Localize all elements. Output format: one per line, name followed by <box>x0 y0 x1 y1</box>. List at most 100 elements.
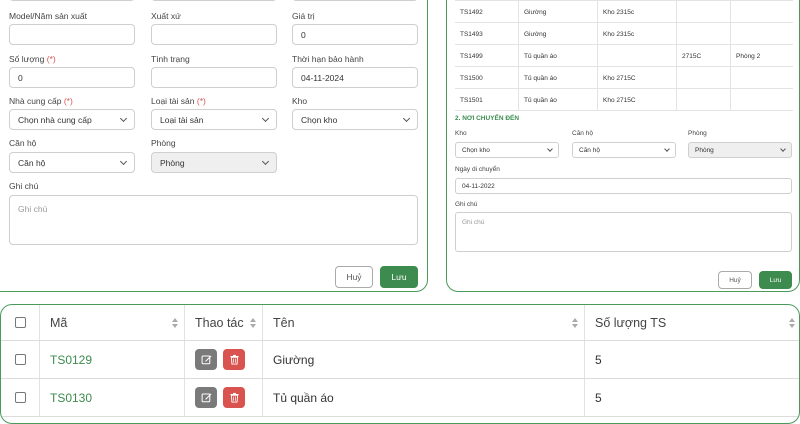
asset-type-select[interactable]: Loại tài sản <box>151 109 277 130</box>
select-all-checkbox[interactable] <box>14 317 26 328</box>
table-header: Mã Thao tác Tên Số lượng TS <box>1 305 799 341</box>
table-cell: TS1499 <box>460 52 483 60</box>
apartment-label: Căn hộ <box>9 138 37 148</box>
note-placeholder: Ghi chú <box>462 219 485 226</box>
table-cell: Giường <box>518 1 597 23</box>
table-cell: Kho 2715C <box>597 89 676 111</box>
table-cell: Giường <box>518 23 597 45</box>
table-cell: Tủ quần áo <box>518 89 597 111</box>
table-cell: TS1492 <box>460 8 483 16</box>
room-select[interactable]: Phòng <box>688 142 792 158</box>
table-cell: Tủ quần áo <box>518 45 597 67</box>
note-label: Ghi chú <box>455 201 478 208</box>
transfer-card: TS1492 Giường Kho 2315c TS1493 Giường Kho 231… <box>446 0 800 292</box>
warehouse-label: Kho <box>292 96 308 106</box>
delete-button[interactable] <box>223 387 245 408</box>
model-input[interactable] <box>9 24 135 45</box>
move-date-input[interactable]: 04-11-2022 <box>455 178 792 194</box>
header-code[interactable]: Mã <box>39 305 184 340</box>
edit-button[interactable] <box>195 387 217 408</box>
origin-label: Xuất xứ <box>151 11 181 21</box>
header-name-label: Tên <box>273 315 295 330</box>
warranty-label: Thời hạn bảo hành <box>292 54 364 64</box>
supplier-select[interactable]: Chọn nhà cung cấp <box>9 109 135 130</box>
header-quantity-label: Số lượng TS <box>595 315 667 330</box>
asset-code-link[interactable]: TS0129 <box>39 341 184 378</box>
table-cell <box>730 1 793 23</box>
asset-type-label: Loại tài sản (*) <box>151 96 206 106</box>
table-cell: TS1493 <box>460 30 483 38</box>
header-actions-label: Thao tác <box>195 315 244 330</box>
value-input[interactable]: 0 <box>292 24 418 45</box>
asset-quantity: 5 <box>584 379 799 416</box>
cancel-button[interactable]: Huỷ <box>718 271 752 289</box>
table-cell <box>676 67 730 89</box>
asset-form-card: Model/Năm sản xuất Xuất xứ Giá trị 0 Số … <box>0 0 428 292</box>
warranty-input[interactable]: 04-11-2024 <box>292 67 418 88</box>
table-row: TS1500 Tủ quần áo Kho 2715C <box>455 67 793 89</box>
header-quantity[interactable]: Số lượng TS <box>584 305 799 340</box>
edit-icon <box>201 354 212 365</box>
condition-label: Tình trạng <box>151 54 190 64</box>
table-cell: Kho 2315c <box>597 1 676 23</box>
sort-icon[interactable] <box>172 318 178 328</box>
table-cell: Kho 2315c <box>597 23 676 45</box>
table-row: TS1492 Giường Kho 2315c <box>455 1 793 23</box>
row-checkbox[interactable] <box>14 354 26 365</box>
table-cell <box>597 45 676 67</box>
origin-input[interactable] <box>151 24 277 45</box>
edit-button[interactable] <box>195 349 217 370</box>
note-textarea[interactable]: Ghi chú <box>9 195 418 245</box>
sort-icon[interactable] <box>789 318 795 328</box>
table-cell: Kho 2715C <box>597 67 676 89</box>
save-button[interactable]: Lưu <box>380 266 418 288</box>
condition-input[interactable] <box>151 67 277 88</box>
cancel-button[interactable]: Huỷ <box>335 266 373 288</box>
table-row: TS1501 Tủ quần áo Kho 2715C <box>455 89 793 111</box>
header-code-label: Mã <box>50 315 68 330</box>
apartment-select[interactable]: Căn hộ <box>572 142 676 158</box>
header-name[interactable]: Tên <box>262 305 584 340</box>
asset-name: Giường <box>262 341 584 378</box>
top-input-remnant-2[interactable] <box>151 0 277 1</box>
asset-code-link[interactable]: TS0130 <box>39 379 184 416</box>
table-cell: TS1501 <box>460 96 483 104</box>
save-button[interactable]: Lưu <box>759 271 792 289</box>
asset-name: Tủ quần áo <box>262 379 584 416</box>
note-textarea[interactable]: Ghi chú <box>455 212 792 252</box>
top-input-remnant-1[interactable] <box>9 0 135 1</box>
delete-button[interactable] <box>223 349 245 370</box>
table-cell: Tủ quần áo <box>518 67 597 89</box>
row-select-cell <box>1 341 39 378</box>
table-cell <box>730 89 793 111</box>
room-label: Phòng <box>688 130 707 137</box>
kho-label: Kho <box>455 130 467 137</box>
quantity-label-text: Số lượng <box>9 54 45 64</box>
table-row[interactable]: TS0129 Giường 5 <box>1 341 799 379</box>
row-checkbox[interactable] <box>14 392 26 403</box>
table-row: TS1499 Tủ quần áo 2715C Phòng 2 <box>455 45 793 67</box>
table-cell <box>676 89 730 111</box>
quantity-label: Số lượng (*) <box>9 54 56 64</box>
model-label: Model/Năm sản xuất <box>9 11 87 21</box>
table-row: TS1493 Giường Kho 2315c <box>455 23 793 45</box>
quantity-input[interactable]: 0 <box>9 67 135 88</box>
apartment-label: Căn hộ <box>572 130 593 137</box>
sort-icon[interactable] <box>572 318 578 328</box>
table-cell: TS1500 <box>460 74 483 82</box>
apartment-select[interactable]: Căn hộ <box>9 152 135 173</box>
required-mark: (*) <box>46 54 56 64</box>
note-placeholder: Ghi chú <box>18 204 48 214</box>
warehouse-select[interactable]: Chọn kho <box>292 109 418 130</box>
room-select[interactable]: Phòng <box>151 152 277 173</box>
top-input-remnant-3[interactable] <box>292 0 418 1</box>
move-date-label: Ngày di chuyển <box>455 166 500 173</box>
table-cell <box>676 23 730 45</box>
row-actions <box>184 379 262 416</box>
sort-icon[interactable] <box>250 318 256 328</box>
note-label: Ghi chú <box>9 181 39 191</box>
kho-select[interactable]: Chọn kho <box>455 142 559 158</box>
table-cell <box>676 1 730 23</box>
asset-quantity: 5 <box>584 341 799 378</box>
table-row[interactable]: TS0130 Tủ quần áo 5 <box>1 379 799 417</box>
